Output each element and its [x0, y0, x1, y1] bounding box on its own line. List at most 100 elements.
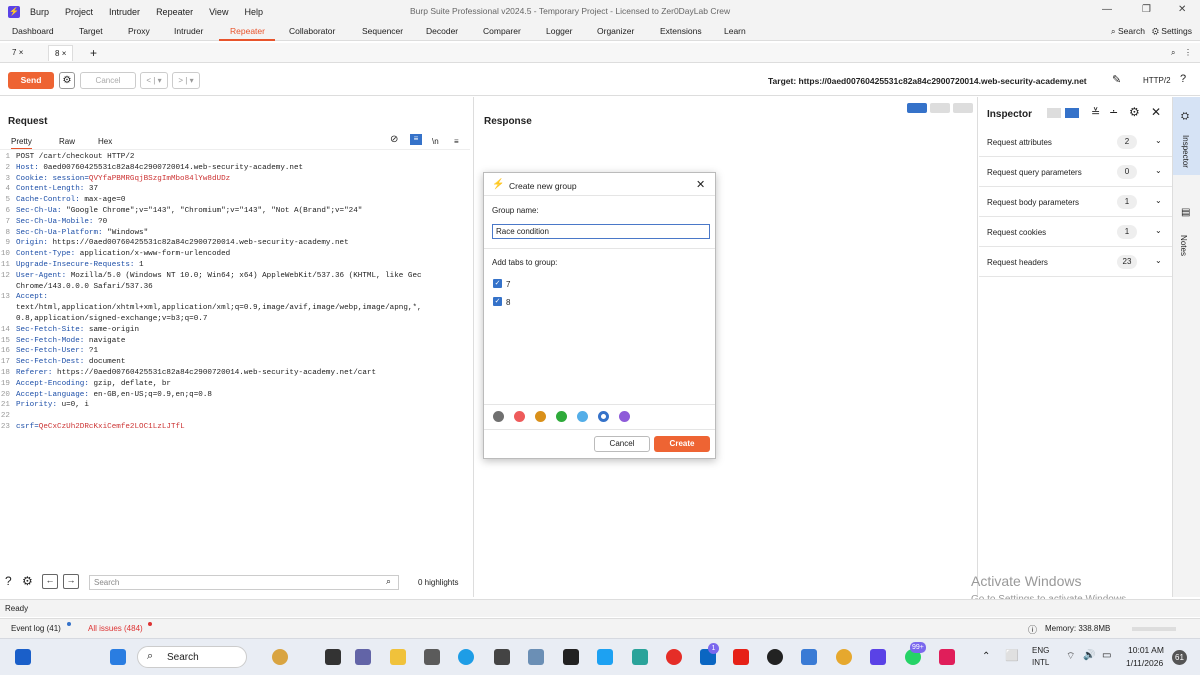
send-button[interactable]: Send [8, 72, 54, 89]
edge-icon[interactable] [458, 649, 474, 665]
align-icon[interactable]: ≚ [1091, 106, 1100, 119]
dialog-cancel-button[interactable]: Cancel [594, 436, 650, 452]
tab-dashboard[interactable]: Dashboard [12, 26, 54, 36]
menu-repeater[interactable]: Repeater [156, 7, 193, 17]
menu-view[interactable]: View [209, 7, 228, 17]
minimize-icon[interactable]: — [1102, 4, 1112, 15]
media-icon[interactable] [666, 649, 682, 665]
app-icon[interactable] [801, 649, 817, 665]
help-icon[interactable]: ? [1180, 73, 1186, 85]
help-icon[interactable]: ? [5, 574, 12, 588]
chevron-up-icon[interactable]: ⌃ [982, 651, 990, 662]
group-name-input[interactable]: Race condition [492, 224, 710, 239]
menu-icon[interactable]: ≡ [454, 137, 459, 146]
restore-icon[interactable]: ❐ [1142, 4, 1151, 15]
newline-toggle[interactable]: \n [432, 137, 439, 146]
color-red[interactable] [514, 411, 525, 422]
layout-tabs-icon[interactable] [953, 103, 973, 113]
store-icon[interactable] [424, 649, 440, 665]
color-blue-selected[interactable] [598, 411, 609, 422]
battery-icon[interactable]: ▭ [1102, 650, 1111, 661]
task-view-icon[interactable] [325, 649, 341, 665]
close-icon[interactable]: × [62, 49, 67, 58]
color-orange[interactable] [535, 411, 546, 422]
code-line[interactable]: 6 Sec-Ch-Ua: "Google Chrome";v="143", "Ch… [0, 206, 470, 217]
notification-badge[interactable]: 61 [1172, 650, 1187, 665]
tab-hex[interactable]: Hex [98, 137, 112, 146]
app-icon[interactable] [494, 649, 510, 665]
code-line[interactable]: 15 Sec-Fetch-Mode: navigate [0, 336, 470, 347]
code-line[interactable]: 12 User-Agent: Mozilla/5.0 (Windows NT 10… [0, 271, 470, 282]
volume-icon[interactable]: 🔊 [1083, 650, 1095, 661]
top-settings-button[interactable]: Settings [1161, 26, 1192, 36]
gear-icon[interactable]: ⚙ [1129, 105, 1140, 119]
layout-side-by-side-icon[interactable] [907, 103, 927, 113]
tab-learn[interactable]: Learn [724, 26, 746, 36]
inspector-row-cookies[interactable]: Request cookies 1 ⌄ [979, 218, 1172, 247]
forward-button[interactable]: > | ▾ [172, 72, 200, 89]
tab-8-checkbox[interactable]: ✓ [493, 297, 502, 306]
code-line[interactable]: 3 Cookie: session=QVYfaPBMRGqjBSzgImMbo84… [0, 174, 470, 185]
code-line[interactable]: 16 Sec-Fetch-User: ?1 [0, 346, 470, 357]
code-line[interactable]: Chrome/143.0.0.0 Safari/537.36 [0, 282, 470, 293]
code-line[interactable]: 9 Origin: https://0aed00760425531c82a84c2… [0, 238, 470, 249]
add-tab-button[interactable]: + [84, 45, 103, 61]
code-line[interactable]: 17 Sec-Fetch-Dest: document [0, 357, 470, 368]
clock-time[interactable]: 10:01 AM [1128, 645, 1164, 655]
tab-extensions[interactable]: Extensions [660, 26, 702, 36]
inspector-row-body-params[interactable]: Request body parameters 1 ⌄ [979, 188, 1172, 217]
code-line[interactable]: 0.8,application/signed-exchange;v=b3;q=0… [0, 314, 470, 325]
tab-collaborator[interactable]: Collaborator [289, 26, 335, 36]
code-line[interactable]: 5 Cache-Control: max-age=0 [0, 195, 470, 206]
request-search-input[interactable]: Search [89, 575, 399, 590]
code-line[interactable]: 13 Accept: [0, 292, 470, 303]
chevron-down-icon[interactable]: ⌄ [1155, 166, 1162, 175]
close-icon[interactable]: × [19, 48, 24, 57]
chevron-down-icon[interactable]: ⌄ [1155, 196, 1162, 205]
tab-organizer[interactable]: Organizer [597, 26, 634, 36]
tab-proxy[interactable]: Proxy [128, 26, 150, 36]
chevron-down-icon[interactable]: ⌄ [1155, 256, 1162, 265]
code-line[interactable]: 11 Upgrade-Insecure-Requests: 1 [0, 260, 470, 271]
repeater-tab-7[interactable]: 7 × [6, 45, 29, 61]
color-grey[interactable] [493, 411, 504, 422]
menu-help[interactable]: Help [244, 7, 263, 17]
all-issues-link[interactable]: All issues (484) [88, 624, 143, 633]
previous-match-button[interactable]: ← [42, 574, 58, 589]
tab-intruder[interactable]: Intruder [174, 26, 203, 36]
inspector-row-attributes[interactable]: Request attributes 2 ⌄ [979, 128, 1172, 157]
code-line[interactable]: 2 Host: 0aed00760425531c82a84c2900720014.… [0, 163, 470, 174]
code-line[interactable]: text/html,application/xhtml+xml,applicat… [0, 303, 470, 314]
chevron-down-icon[interactable]: ⌄ [1155, 226, 1162, 235]
layout-stacked-icon[interactable] [930, 103, 950, 113]
tab-logger[interactable]: Logger [546, 26, 572, 36]
split-icon[interactable]: ∸ [1109, 106, 1118, 119]
tab-target[interactable]: Target [79, 26, 103, 36]
code-line[interactable]: 22 [0, 411, 470, 422]
tab-7-checkbox[interactable]: ✓ [493, 279, 502, 288]
search-icon[interactable]: ⌕ [1111, 26, 1116, 36]
tab-sequencer[interactable]: Sequencer [362, 26, 403, 36]
hide-icon[interactable]: ⊘ [390, 134, 398, 145]
start-icon[interactable] [110, 649, 126, 665]
event-log-link[interactable]: Event log (41) [11, 624, 61, 633]
tab-raw[interactable]: Raw [59, 137, 75, 146]
code-line[interactable]: 7 Sec-Ch-Ua-Mobile: ?0 [0, 217, 470, 228]
close-icon[interactable]: ✕ [696, 178, 705, 191]
terminal-icon[interactable] [563, 649, 579, 665]
edit-icon[interactable]: ✎ [1112, 73, 1121, 86]
inspector-row-headers[interactable]: Request headers 23 ⌄ [979, 248, 1172, 277]
close-icon[interactable]: ✕ [1151, 105, 1161, 119]
code-line[interactable]: 20 Accept-Language: en-GB,en-US;q=0.9,en;… [0, 390, 470, 401]
tab-decoder[interactable]: Decoder [426, 26, 458, 36]
dialog-create-button[interactable]: Create [654, 436, 710, 452]
gear-icon[interactable]: ⚙ [1152, 26, 1159, 36]
more-options-icon[interactable]: ⋮ [1178, 45, 1198, 61]
youtube-icon[interactable] [733, 649, 749, 665]
wrap-icon[interactable]: ≡ [410, 134, 422, 145]
taskbar-search[interactable]: ⌕ Search [137, 646, 247, 668]
protocol-label[interactable]: HTTP/2 [1143, 76, 1171, 85]
twitter-icon[interactable] [597, 649, 613, 665]
back-button[interactable]: < | ▾ [140, 72, 168, 89]
tab-comparer[interactable]: Comparer [483, 26, 521, 36]
